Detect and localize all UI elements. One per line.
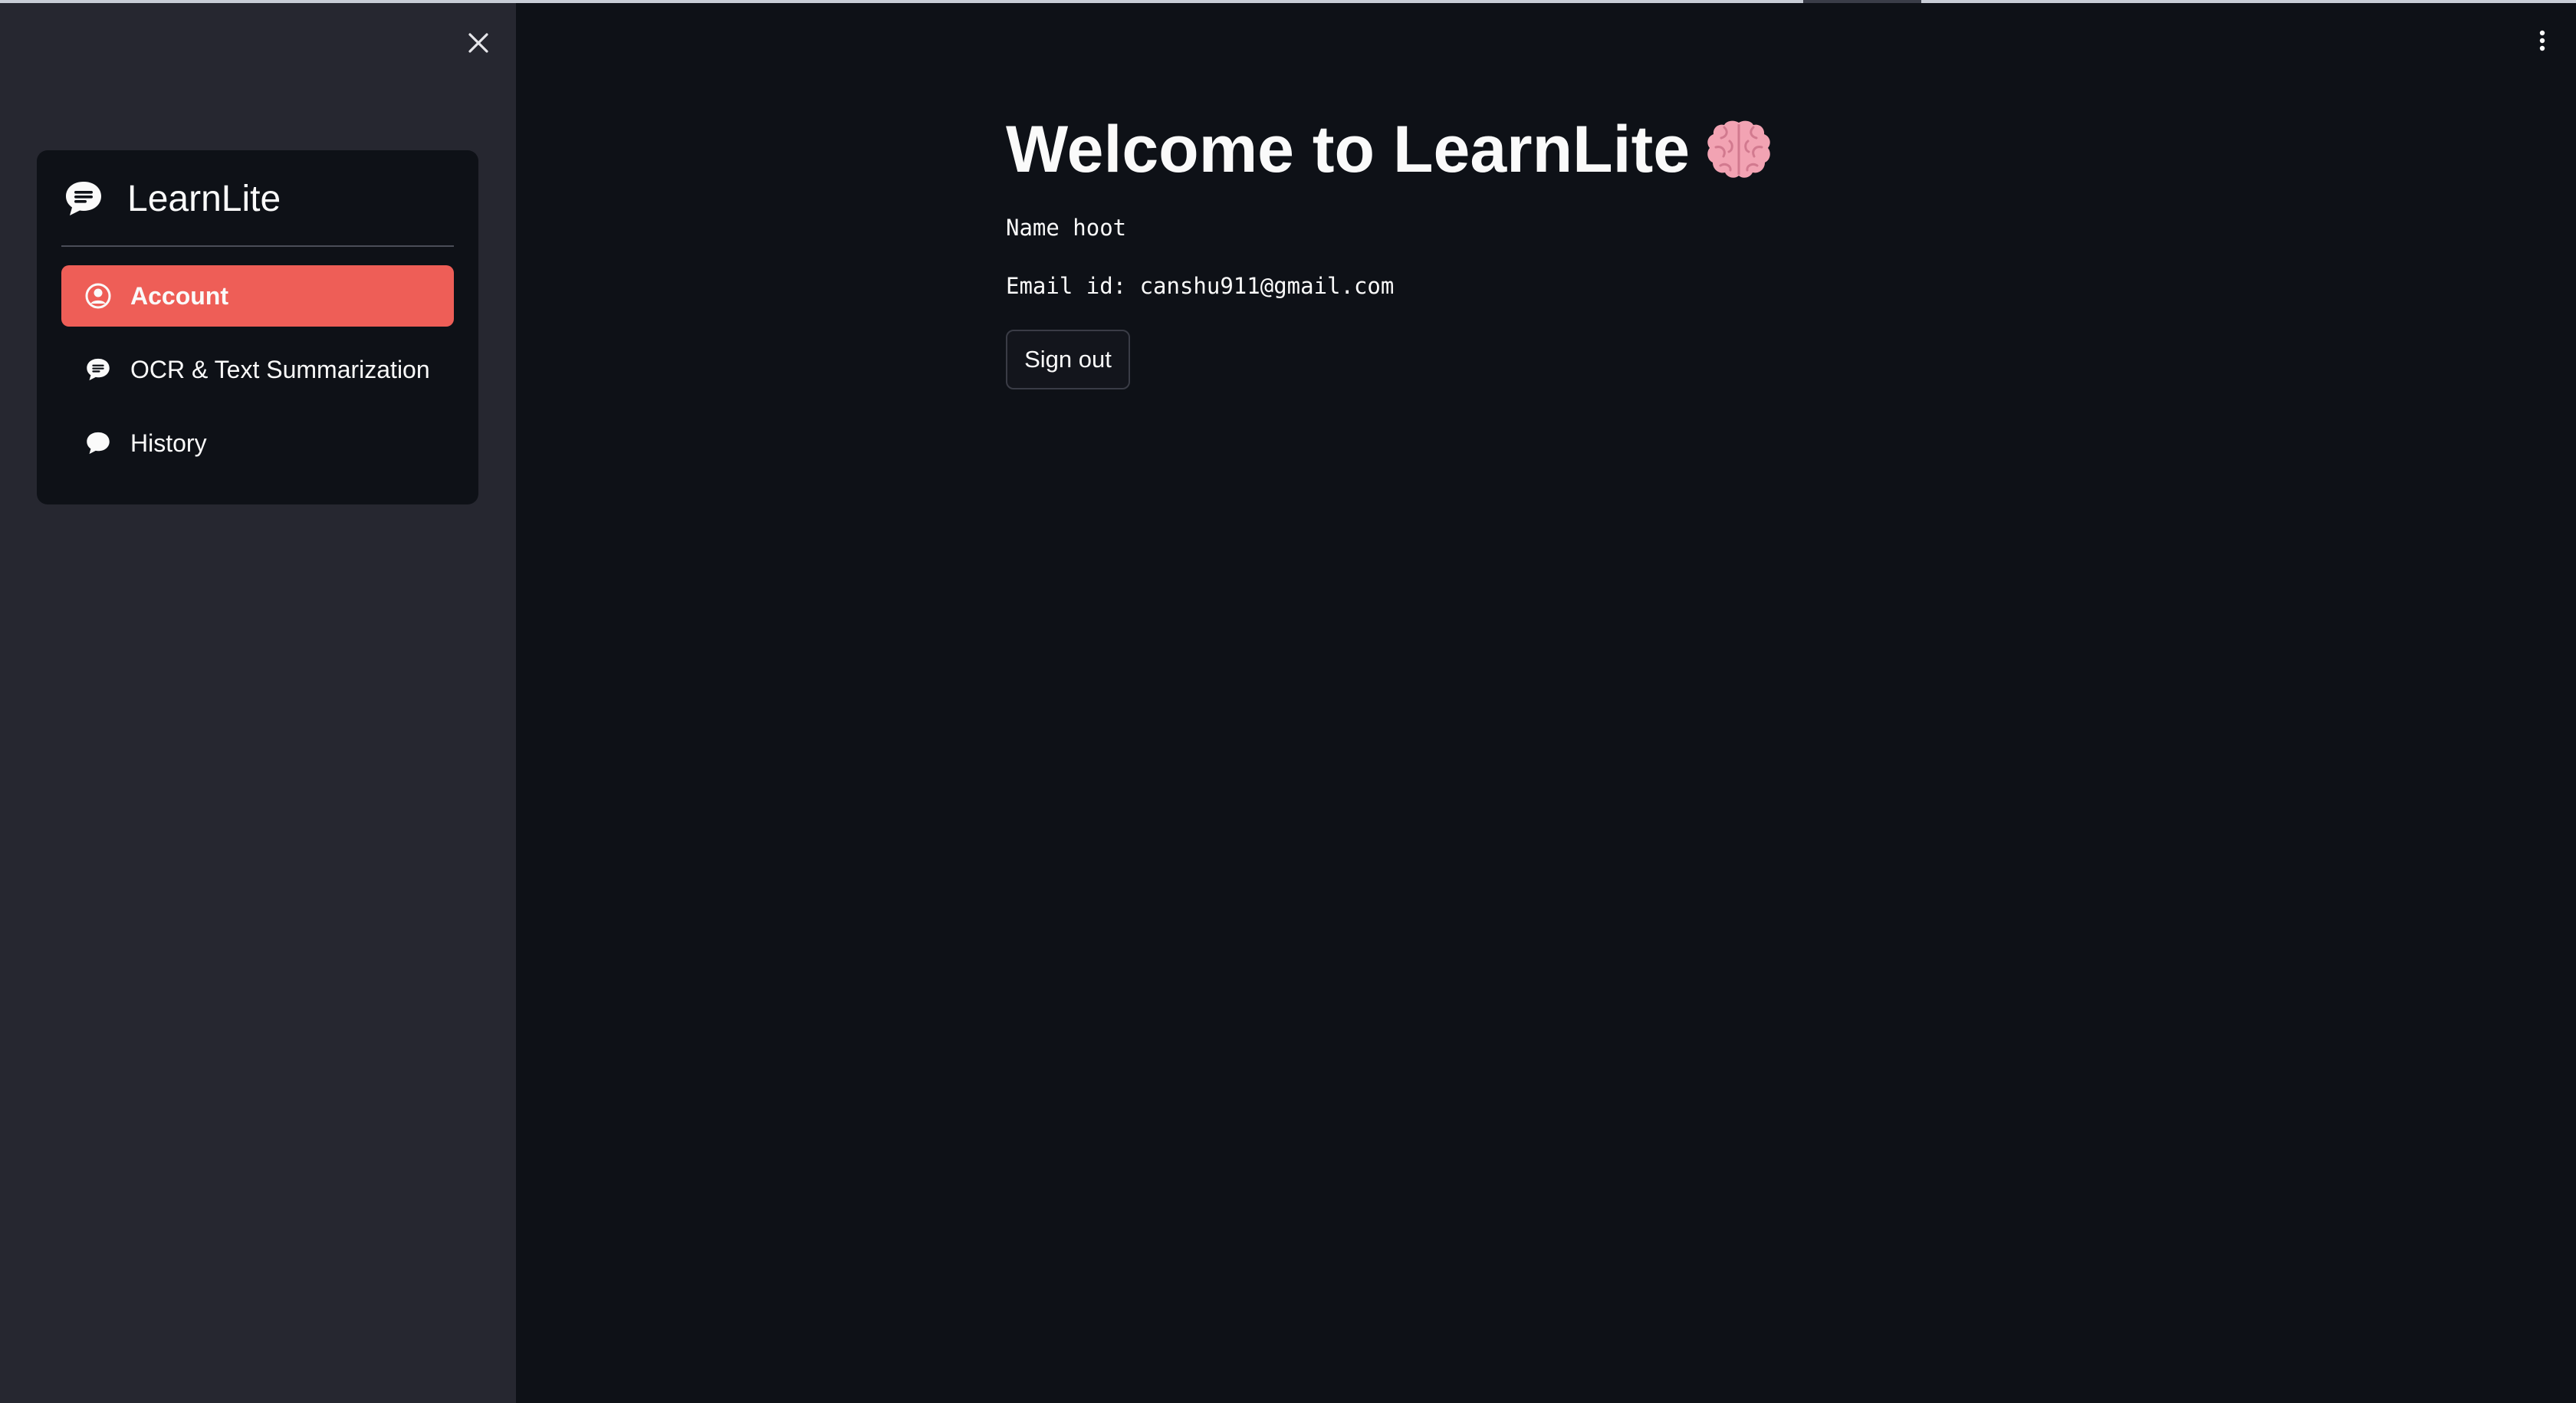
sidebar-item-label: OCR & Text Summarization [130,355,430,383]
top-decoration-accent [1803,0,1921,3]
nav-menu: LearnLite Account OCR & Text Summarizati… [37,150,478,504]
sidebar-item-label: History [130,429,207,457]
chat-text-icon [61,176,106,221]
sign-out-button[interactable]: Sign out [1006,330,1130,389]
sidebar-item-history[interactable]: History [61,412,454,474]
nav-menu-header: LearnLite [61,172,454,225]
vertical-ellipsis-icon [2539,30,2545,51]
account-name: Name hoot [1006,215,1127,241]
sidebar-item-label: Account [130,281,228,310]
sidebar-item-account[interactable]: Account [61,265,454,327]
nav-menu-title: LearnLite [127,178,281,219]
page-title-text: Welcome to LearnLite [1006,112,1691,186]
chat-bubble-icon [84,429,112,457]
chat-text-icon [84,356,112,383]
person-circle-icon [84,282,112,310]
sidebar-close-button[interactable] [457,23,500,63]
brain-icon [1707,120,1770,178]
page-title: Welcome to LearnLite [1006,107,1774,192]
main-menu-button[interactable] [2527,21,2558,60]
app-window: LearnLite Account OCR & Text Summarizati… [0,0,2576,1403]
sidebar: LearnLite Account OCR & Text Summarizati… [0,3,516,1403]
sidebar-item-ocr-text-summarization[interactable]: OCR & Text Summarization [61,339,454,400]
close-icon [468,33,488,53]
account-email: Email id: canshu911@gmail.com [1006,273,1395,299]
nav-divider [61,245,454,247]
